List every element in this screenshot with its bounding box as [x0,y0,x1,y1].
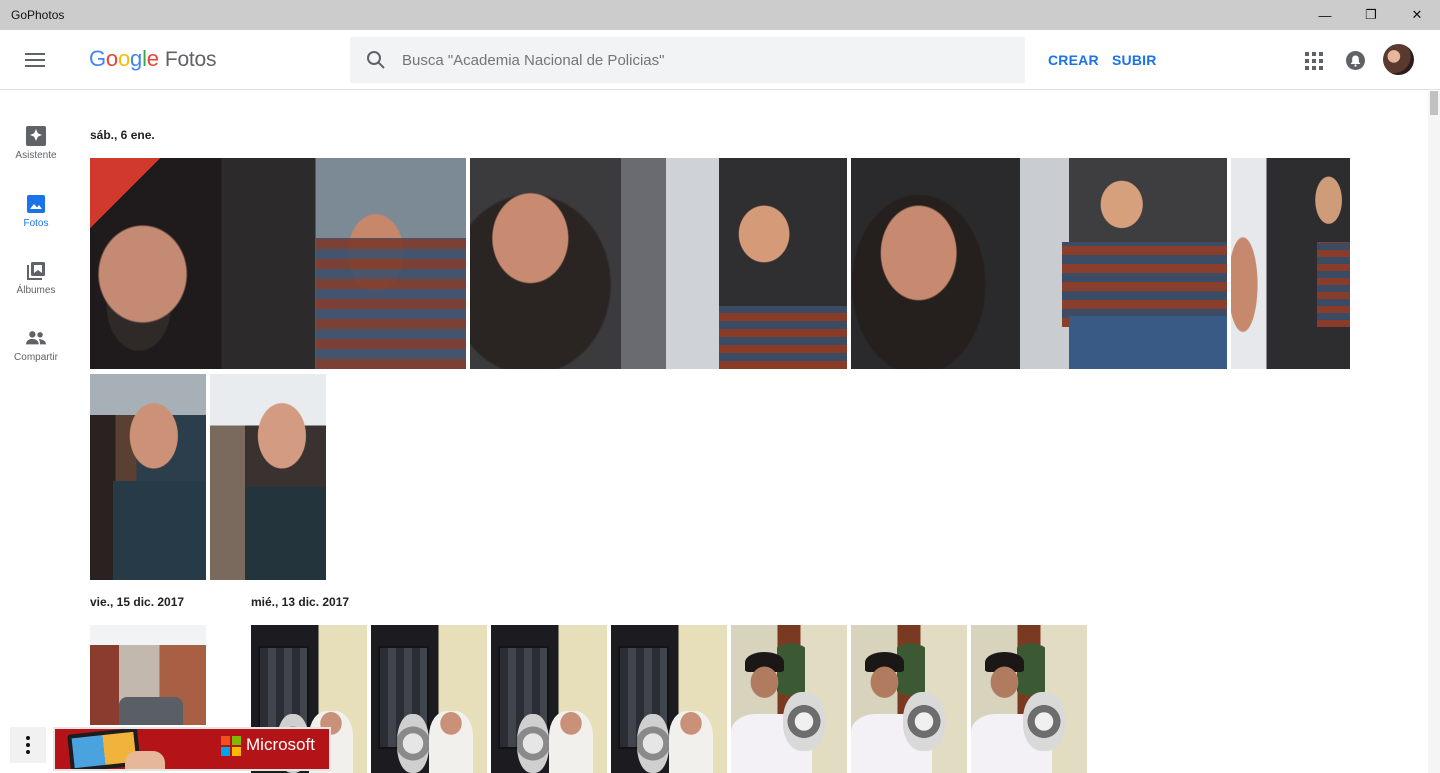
hand-image [125,751,165,769]
photo-thumbnail[interactable] [611,625,727,773]
google-photos-logo[interactable]: G o o g l e Fotos [89,46,217,72]
rail-item-assistant[interactable]: Asistente [0,126,72,161]
people-icon [26,328,46,348]
photo-icon [26,194,46,214]
restore-icon: ❐ [1365,7,1377,22]
avatar[interactable] [1383,44,1414,75]
photo-thumbnail[interactable] [971,625,1087,773]
more-vert-icon [26,736,30,740]
rail-label: Álbumes [16,285,56,296]
restore-button[interactable]: ❐ [1348,0,1394,30]
create-button[interactable]: CREAR [1048,52,1099,68]
photo-thumbnail[interactable] [851,625,967,773]
photo-thumbnail[interactable] [851,158,1227,369]
photo-thumbnail[interactable] [731,625,847,773]
upload-button[interactable]: SUBIR [1112,52,1157,68]
rail-item-sharing[interactable]: Compartir [0,328,72,363]
date-header[interactable]: vie., 15 dic. 2017 [90,595,184,609]
scrollbar[interactable] [1428,91,1440,773]
photo-thumbnail[interactable] [90,158,466,369]
window-titlebar: GoPhotos — ❐ ✕ [0,0,1440,30]
date-header[interactable]: mié., 13 dic. 2017 [251,595,349,609]
ad-banner[interactable]: Microsoft [53,727,331,771]
photo-thumbnail[interactable] [210,374,326,580]
minimize-icon: — [1318,7,1332,23]
notifications-icon[interactable] [1346,51,1365,70]
rail-label: Asistente [15,150,57,161]
logo-letter: G [89,46,106,71]
window-controls: — ❐ ✕ [1302,0,1440,30]
close-button[interactable]: ✕ [1394,0,1440,30]
rail-item-photos[interactable]: Fotos [0,194,72,229]
scrollbar-thumb[interactable] [1430,91,1438,115]
albums-icon [26,261,46,281]
rail-label: Fotos [23,218,49,229]
logo-letter: o [105,46,118,71]
menu-icon[interactable] [20,48,50,72]
apps-grid-icon[interactable] [1305,52,1323,70]
microsoft-logo-icon [221,736,241,756]
minimize-button[interactable]: — [1302,0,1348,30]
logo-letter: o [117,46,131,71]
search-input[interactable] [402,51,1002,69]
app-header: G o o g l e Fotos CREAR SUBIR [0,30,1440,90]
ad-brand-text: Microsoft [246,735,315,754]
more-options-button[interactable] [10,727,46,763]
photo-thumbnail[interactable] [371,625,487,773]
assistant-icon [26,126,46,146]
close-icon: ✕ [1411,7,1423,22]
logo-letter: e [146,46,159,71]
rail-label: Compartir [14,352,58,363]
date-header[interactable]: sáb., 6 ene. [90,128,155,142]
photo-thumbnail[interactable] [470,158,847,369]
rail-item-albums[interactable]: Álbumes [0,261,72,296]
photo-thumbnail[interactable] [90,625,206,725]
photo-thumbnail[interactable] [491,625,607,773]
search-bar[interactable] [350,37,1025,83]
logo-product-name: Fotos [164,48,217,71]
window-title: GoPhotos [11,8,65,22]
photo-thumbnail[interactable] [1231,158,1350,369]
search-icon[interactable] [350,37,402,83]
logo-letter: g [130,46,143,71]
photo-thumbnail[interactable] [90,374,206,580]
